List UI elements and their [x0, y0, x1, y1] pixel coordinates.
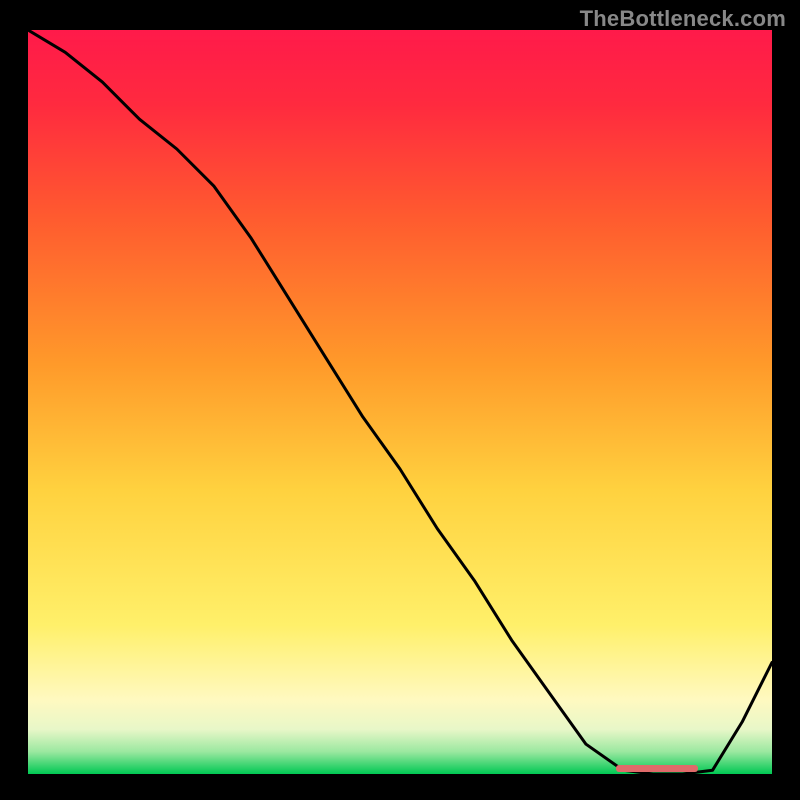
chart-frame: TheBottleneck.com: [0, 0, 800, 800]
plot-area: [25, 27, 775, 777]
plot-svg: [28, 30, 772, 774]
watermark-text: TheBottleneck.com: [580, 6, 786, 32]
gradient-rect: [28, 30, 772, 774]
optimal-range-marker: [616, 765, 698, 772]
plot-gradient-fill: [28, 30, 772, 774]
